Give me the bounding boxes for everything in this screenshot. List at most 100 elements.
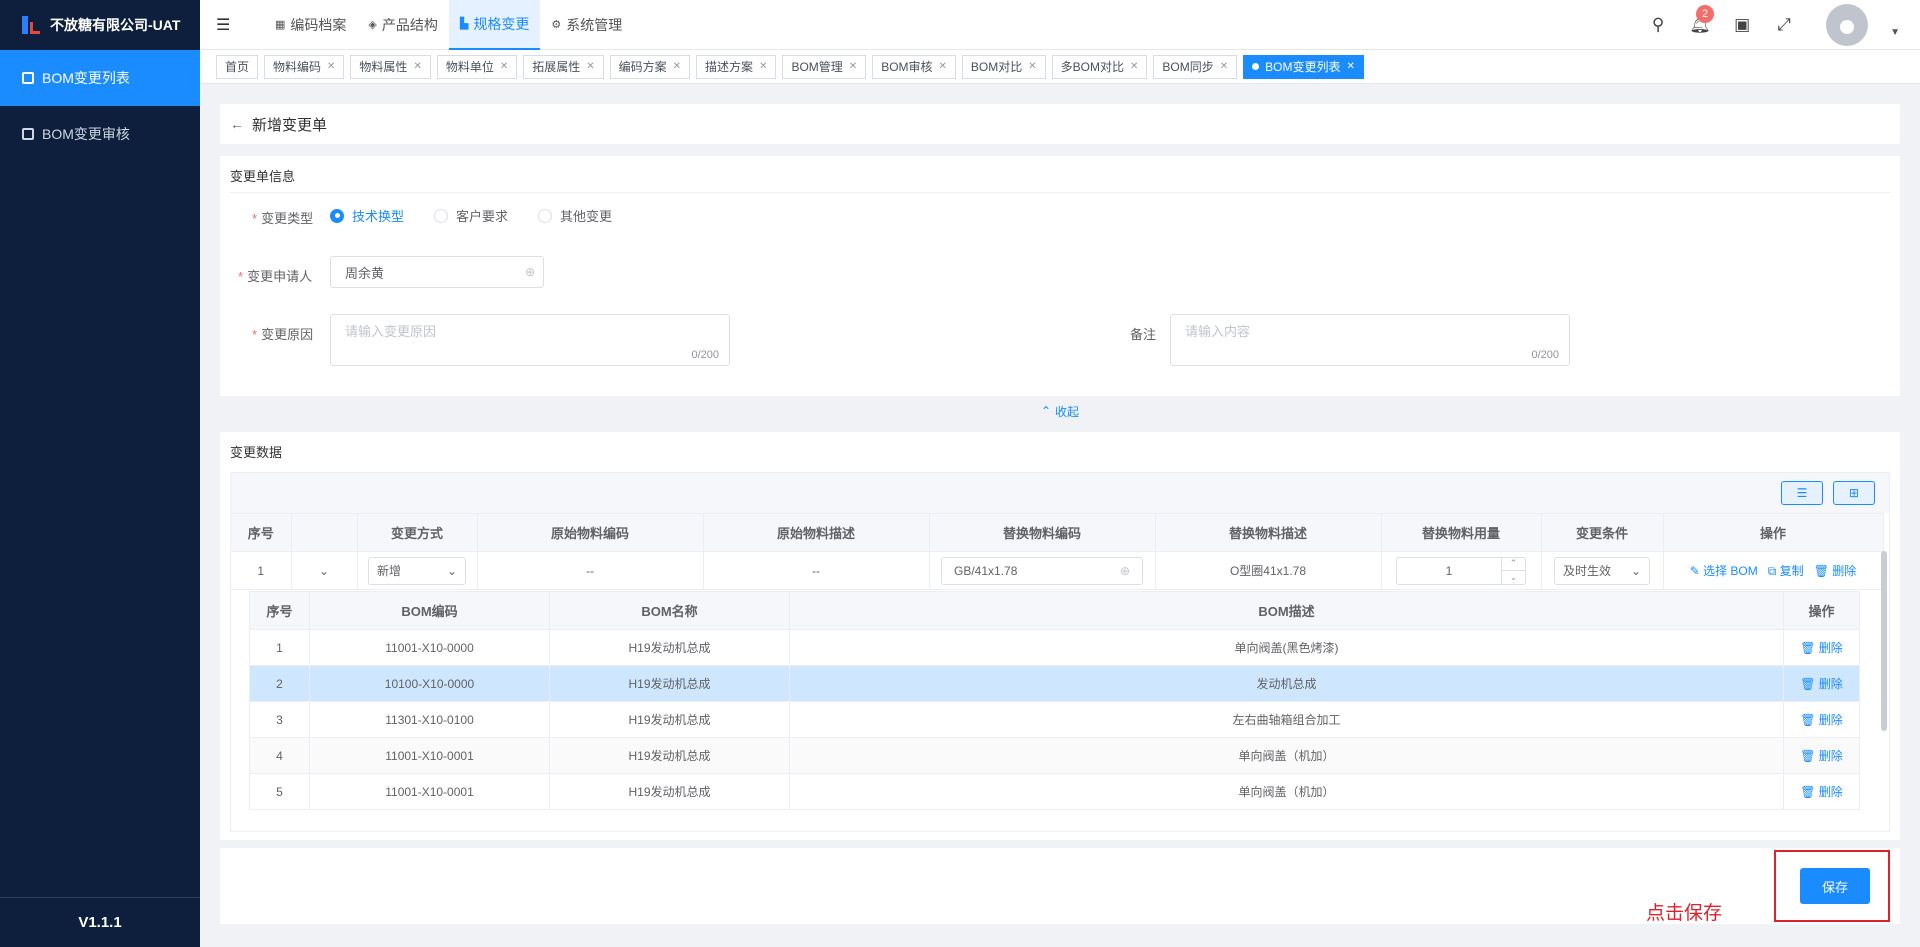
col-ops: 操作 bbox=[1663, 513, 1884, 552]
close-icon[interactable]: ✕ bbox=[1028, 61, 1036, 72]
avatar[interactable] bbox=[1826, 4, 1869, 46]
tag-label: BOM管理 bbox=[791, 60, 843, 74]
radio-other[interactable]: 其他变更 bbox=[538, 206, 612, 225]
sidebar: 不放糖有限公司-UAT BOM变更列表 BOM变更审核 V1.1.1 bbox=[0, 0, 200, 947]
table-row: 1 11001-X10-0000 H19发动机总成 单向阀盖(黑色烤漆) 🗑︎ … bbox=[249, 629, 1860, 666]
radio-tech[interactable]: 技术换型 bbox=[330, 206, 404, 225]
list-view-icon[interactable]: ☰ bbox=[1781, 481, 1823, 505]
increment-icon[interactable]: ⌃ bbox=[1502, 558, 1525, 571]
bom-name: H19发动机总成 bbox=[549, 737, 790, 774]
copy-link[interactable]: ⧉ 复制 bbox=[1768, 562, 1804, 579]
orig-desc: -- bbox=[703, 551, 930, 590]
fullscreen-icon[interactable]: ⤢ bbox=[1774, 15, 1794, 35]
section-title: 变更数据 bbox=[230, 445, 283, 460]
bom-desc: 单向阀盖（机加） bbox=[789, 737, 1784, 774]
close-icon[interactable]: ✕ bbox=[939, 61, 947, 72]
char-count: 0/200 bbox=[691, 349, 719, 361]
back-arrow-icon[interactable]: ← bbox=[230, 116, 244, 132]
close-icon[interactable]: ✕ bbox=[1220, 61, 1228, 72]
topnav-item-spec-change[interactable]: ▙ 规格变更 bbox=[448, 0, 541, 50]
topnav-label: 产品结构 bbox=[381, 16, 438, 33]
tag-item[interactable]: BOM管理 ✕ bbox=[782, 54, 867, 79]
tag-item[interactable]: 编码方案 ✕ bbox=[609, 54, 691, 79]
chevron-down-icon[interactable]: ⌄ bbox=[291, 551, 358, 590]
table-row: 2 10100-X10-0000 H19发动机总成 发动机总成 🗑︎ 删除 bbox=[249, 665, 1860, 702]
radio-customer[interactable]: 客户要求 bbox=[434, 206, 508, 225]
tag-item[interactable]: 多BOM对比 ✕ bbox=[1051, 54, 1148, 79]
grid-view-icon[interactable]: ⊞ bbox=[1833, 481, 1875, 505]
bom-code: 11001-X10-0001 bbox=[309, 737, 550, 774]
close-icon[interactable]: ✕ bbox=[586, 61, 594, 72]
remark-textarea[interactable]: 请输入内容 0/200 bbox=[1170, 314, 1570, 366]
spec-icon: ▙ bbox=[459, 18, 469, 30]
topnav-item-structure[interactable]: ◈ 产品结构 bbox=[357, 0, 448, 50]
tag-item[interactable]: BOM对比 ✕ bbox=[961, 54, 1046, 79]
quantity-stepper[interactable]: 1 ⌃ ⌄ bbox=[1396, 556, 1526, 585]
reason-textarea[interactable]: 请输入变更原因 0/200 bbox=[330, 314, 730, 366]
bom-desc: 单向阀盖（机加） bbox=[789, 773, 1784, 810]
section-title: 变更单信息 bbox=[230, 169, 296, 184]
close-icon[interactable]: ✕ bbox=[1130, 61, 1138, 72]
search-icon[interactable]: ⊕ bbox=[1120, 564, 1130, 578]
search-icon[interactable]: ⊕ bbox=[525, 265, 535, 279]
bom-name: H19发动机总成 bbox=[549, 629, 790, 666]
search-icon[interactable]: ⚲ bbox=[1648, 15, 1668, 35]
radio-label: 客户要求 bbox=[456, 209, 509, 224]
tag-item[interactable]: BOM审核 ✕ bbox=[872, 54, 956, 79]
condition-select[interactable]: 及时生效 ⌄ bbox=[1554, 556, 1650, 585]
table-row: 3 11301-X10-0100 H19发动机总成 左右曲轴箱组合加工 🗑︎ 删… bbox=[249, 701, 1860, 738]
change-data-table: ☰ ⊞ 序号 变更方式 原始物料编码 原始物料描述 替换物料编码 替换物料描述 bbox=[230, 472, 1890, 832]
sidebar-item-bom-change-review[interactable]: BOM变更审核 bbox=[0, 106, 200, 162]
row-index: 5 bbox=[249, 773, 310, 810]
decrement-icon[interactable]: ⌄ bbox=[1502, 571, 1525, 584]
tag-item[interactable]: 描述方案 ✕ bbox=[696, 54, 777, 79]
table-row: 5 11001-X10-0001 H19发动机总成 单向阀盖（机加） 🗑︎ 删除 bbox=[249, 773, 1860, 810]
applicant-label: * 变更申请人 bbox=[238, 269, 313, 284]
delete-link[interactable]: 🗑︎ 删除 bbox=[1800, 713, 1843, 727]
delete-link[interactable]: 🗑︎ 删除 bbox=[1814, 562, 1857, 579]
vertical-scrollbar[interactable] bbox=[1881, 551, 1887, 731]
applicant-input[interactable]: 周余黄 ⊕ bbox=[330, 256, 544, 288]
close-icon[interactable]: ✕ bbox=[1346, 61, 1354, 72]
close-icon[interactable]: ✕ bbox=[327, 61, 335, 72]
tag-label: 多BOM对比 bbox=[1060, 60, 1124, 74]
char-count: 0/200 bbox=[1531, 349, 1559, 361]
close-icon[interactable]: ✕ bbox=[849, 61, 857, 72]
close-icon[interactable]: ✕ bbox=[413, 61, 421, 72]
menu-fold-icon[interactable]: ☰ bbox=[216, 15, 238, 35]
delete-link[interactable]: 🗑︎ 删除 bbox=[1800, 641, 1843, 655]
sidebar-item-label: BOM变更审核 bbox=[42, 126, 130, 142]
topnav-item-system[interactable]: ⚙ 系统管理 bbox=[540, 0, 633, 50]
tag-label: 物料单位 bbox=[445, 60, 494, 74]
layers-icon: ◈ bbox=[368, 19, 377, 31]
tag-item[interactable]: BOM同步 ✕ bbox=[1153, 54, 1238, 79]
tag-item[interactable]: 物料编码 ✕ bbox=[264, 54, 345, 79]
delete-link[interactable]: 🗑︎ 删除 bbox=[1800, 749, 1843, 763]
delete-link[interactable]: 🗑︎ 删除 bbox=[1800, 677, 1843, 691]
gear-icon: ⚙ bbox=[551, 19, 562, 31]
close-icon[interactable]: ✕ bbox=[759, 61, 767, 72]
bell-icon[interactable]: 🔔︎ 2 bbox=[1689, 5, 1715, 35]
col-orig-desc: 原始物料描述 bbox=[703, 513, 930, 552]
select-bom-link[interactable]: ✎ 选择 BOM bbox=[1690, 562, 1758, 579]
bom-code: 10100-X10-0000 bbox=[309, 665, 550, 702]
tag-active[interactable]: BOM变更列表 ✕ bbox=[1243, 54, 1364, 79]
new-code-input[interactable]: GB/41x1.78 ⊕ bbox=[941, 556, 1143, 585]
delete-link[interactable]: 🗑︎ 删除 bbox=[1800, 785, 1843, 799]
close-icon[interactable]: ✕ bbox=[500, 61, 508, 72]
tag-item[interactable]: 拓展属性 ✕ bbox=[523, 54, 604, 79]
tag-home[interactable]: 首页 bbox=[216, 54, 259, 79]
tag-item[interactable]: 物料属性 ✕ bbox=[350, 54, 431, 79]
tag-label: BOM变更列表 bbox=[1265, 60, 1341, 74]
page-header: ← 新增变更单 bbox=[220, 104, 1900, 144]
chevron-down-icon[interactable]: ▼ bbox=[1890, 27, 1900, 38]
close-icon[interactable]: ✕ bbox=[673, 61, 681, 72]
collapse-toggle[interactable]: ⌃ 收起 bbox=[220, 396, 1900, 426]
sidebar-item-bom-change-list[interactable]: BOM变更列表 bbox=[0, 50, 200, 106]
save-button[interactable]: 保存 bbox=[1800, 868, 1870, 904]
method-value: 新增 bbox=[377, 564, 402, 578]
topnav-item-archive[interactable]: ▦ 编码档案 bbox=[264, 0, 357, 50]
method-select[interactable]: 新增 ⌄ bbox=[368, 556, 466, 585]
tag-item[interactable]: 物料单位 ✕ bbox=[436, 54, 518, 79]
qrcode-icon[interactable]: ▣ bbox=[1732, 15, 1752, 35]
